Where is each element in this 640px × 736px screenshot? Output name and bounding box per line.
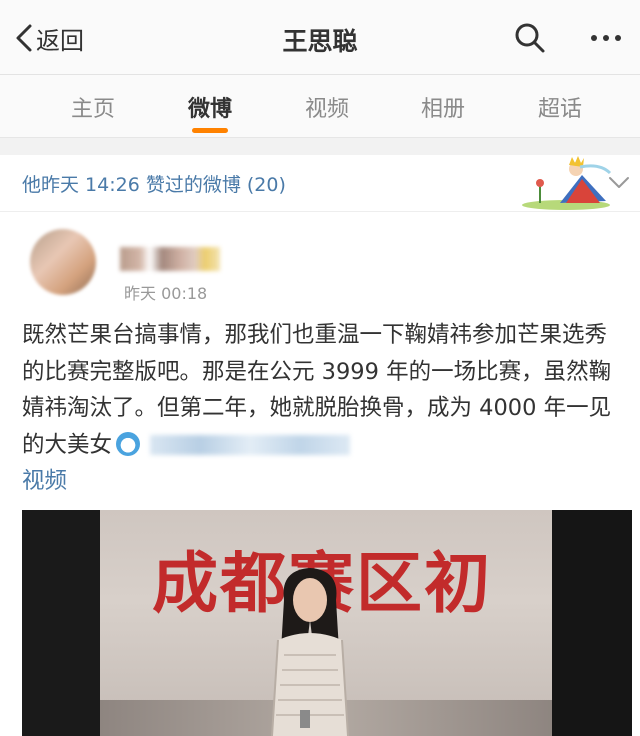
top-bar: 返回 王思聪 xyxy=(0,0,640,75)
little-prince-icon xyxy=(522,156,612,210)
tab-album[interactable]: 相册 xyxy=(385,91,501,123)
video-side-shadow xyxy=(552,510,632,736)
video-thumbnail[interactable]: 成都赛区初 xyxy=(22,510,632,736)
liked-count-text: 他昨天 14:26 赞过的微博 (20) xyxy=(22,174,286,196)
performer-figure xyxy=(271,568,349,736)
emoji-icon xyxy=(116,431,141,456)
more-button[interactable] xyxy=(586,24,626,52)
more-icon xyxy=(591,35,621,41)
search-button[interactable] xyxy=(512,20,548,56)
collapse-chevron-icon[interactable] xyxy=(606,169,632,195)
blurred-link[interactable] xyxy=(150,434,351,455)
liked-header[interactable]: 他昨天 14:26 赞过的微博 (20) xyxy=(0,155,640,212)
tab-video[interactable]: 视频 xyxy=(269,91,385,123)
active-tab-indicator xyxy=(192,128,228,133)
post-time: 昨天 00:18 xyxy=(124,284,208,303)
avatar[interactable] xyxy=(30,229,96,295)
video-link[interactable]: 视频 xyxy=(22,468,67,494)
post-card: 他昨天 14:26 赞过的微博 (20) 昨天 00:18 既然芒果台搞事情，那… xyxy=(0,155,640,736)
profile-tabs: 主页 微博 视频 相册 超话 xyxy=(0,75,640,138)
search-icon xyxy=(515,23,545,53)
tab-home[interactable]: 主页 xyxy=(35,91,151,123)
username-blurred[interactable] xyxy=(120,247,220,271)
post-body: 既然芒果台搞事情，那我们也重温一下鞠婧祎参加芒果选秀的比赛完整版吧。那是在公元 … xyxy=(22,317,622,500)
tab-weibo[interactable]: 微博 xyxy=(152,91,268,123)
tab-supertopic[interactable]: 超话 xyxy=(502,91,618,123)
